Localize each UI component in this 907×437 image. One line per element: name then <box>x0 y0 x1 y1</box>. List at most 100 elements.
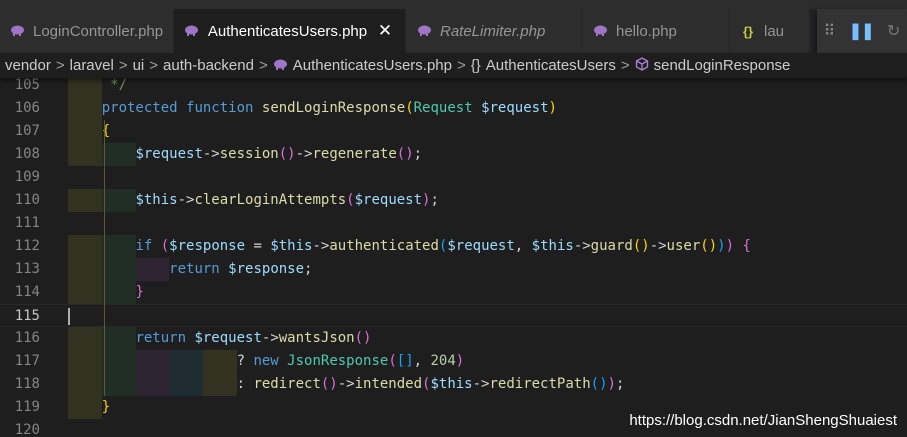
code-line[interactable]: 107 { <box>0 120 907 143</box>
code-token: ) <box>548 100 557 116</box>
code-token: session <box>219 146 279 162</box>
method-cube-icon <box>635 56 649 75</box>
line-number: 106 <box>14 100 40 116</box>
code-token: ; <box>304 261 313 277</box>
line-number: 120 <box>14 422 40 437</box>
breadcrumb: vendor > laravel > ui > auth-backend > A… <box>0 53 907 78</box>
code-line[interactable]: 108 $request->session()->regenerate(); <box>0 143 907 166</box>
code-token: $response <box>228 261 305 277</box>
code-token: ( <box>346 192 355 208</box>
code-editor[interactable]: 105 */106 protected function sendLoginRe… <box>0 78 907 437</box>
code-token: intended <box>354 376 423 392</box>
code-token: new <box>253 353 279 369</box>
breadcrumb-separator: > <box>620 57 630 74</box>
code-token: authenticated <box>329 238 439 254</box>
bracket-guide-line <box>103 120 105 396</box>
code-line[interactable]: 117 ? new JsonResponse([], 204) <box>0 350 907 373</box>
code-line[interactable]: 113 return $response; <box>0 258 907 281</box>
breadcrumb-item-method[interactable]: sendLoginResponse <box>654 57 791 74</box>
code-line[interactable]: 114 } <box>0 281 907 304</box>
tab-label: RateLimiter.php <box>440 22 546 40</box>
line-number: 116 <box>14 330 40 346</box>
code-token: $response <box>169 238 246 254</box>
php-elephant-icon <box>592 24 608 39</box>
breadcrumb-item-auth-backend[interactable]: auth-backend <box>163 57 254 74</box>
tab-label: AuthenticatesUsers.php <box>207 22 368 40</box>
code-token: -> <box>261 330 279 346</box>
php-elephant-icon <box>184 24 200 39</box>
close-icon[interactable]: ✕ <box>377 21 393 41</box>
code-line[interactable]: 109 <box>0 166 907 189</box>
line-number: 109 <box>14 169 40 185</box>
code-text: return $request->wantsJson() <box>68 327 371 350</box>
breadcrumb-item-vendor[interactable]: vendor <box>5 57 51 74</box>
code-token: -> <box>472 376 490 392</box>
code-token: ) <box>607 376 616 392</box>
tab-lau[interactable]: {} lau <box>730 9 810 53</box>
code-token: redirectPath <box>489 376 591 392</box>
restart-icon[interactable]: ↻ <box>887 21 900 41</box>
code-token: Request <box>413 100 473 116</box>
code-token: $this <box>531 238 574 254</box>
tab-logincontroller-php[interactable]: LoginController.php <box>0 9 174 53</box>
code-line[interactable]: 105 */ <box>0 78 907 97</box>
breadcrumb-separator: > <box>456 57 466 74</box>
code-token: () <box>590 376 608 392</box>
code-text: if ($response = $this->authenticated($re… <box>68 235 751 258</box>
line-number: 119 <box>14 399 40 415</box>
code-token: -> <box>202 146 220 162</box>
code-token: ; <box>413 146 423 162</box>
tab-authenticatesusers-php[interactable]: AuthenticatesUsers.php ✕ <box>174 9 406 53</box>
editor-tab-bar: LoginController.php AuthenticatesUsers.ph… <box>0 0 907 53</box>
code-token: , <box>413 353 431 369</box>
tab-label: LoginController.php <box>33 22 164 40</box>
tab-label: hello.php <box>616 22 677 40</box>
debug-toolbar: ⠿ ❚❚ ↻ <box>817 9 907 53</box>
code-text: : redirect()->intended($this->redirectPa… <box>68 373 625 396</box>
code-token: $request <box>481 100 549 116</box>
code-text: $this->clearLoginAttempts($request); <box>68 189 438 212</box>
php-elephant-icon <box>273 57 288 74</box>
code-text: $request->session()->regenerate(); <box>68 143 422 166</box>
code-token: { <box>742 238 751 254</box>
code-line[interactable]: 111 <box>0 212 907 235</box>
code-token: $this <box>135 192 178 208</box>
tab-hello-php[interactable]: hello.php <box>582 9 730 53</box>
pause-icon[interactable]: ❚❚ <box>849 21 875 41</box>
code-line[interactable]: 112 if ($response = $this->authenticated… <box>0 235 907 258</box>
code-line[interactable]: 116 return $request->wantsJson() <box>0 327 907 350</box>
code-token: , <box>514 238 532 254</box>
php-elephant-icon <box>416 24 432 39</box>
line-number: 108 <box>14 146 40 162</box>
breadcrumb-item-class[interactable]: AuthenticatesUsers <box>486 57 616 74</box>
drag-grip-icon[interactable]: ⠿ <box>824 21 836 41</box>
code-token: function <box>186 100 254 116</box>
code-token: [] <box>396 353 414 369</box>
code-line[interactable]: 106 protected function sendLoginResponse… <box>0 97 907 120</box>
namespace-braces-icon: {} <box>470 57 481 74</box>
breadcrumb-item-file[interactable]: AuthenticatesUsers.php <box>293 57 452 74</box>
code-line[interactable]: 118 : redirect()->intended($this->redire… <box>0 373 907 396</box>
code-token: clearLoginAttempts <box>194 192 347 208</box>
code-token: redirect <box>253 376 321 392</box>
code-line[interactable]: 110 $this->clearLoginAttempts($request); <box>0 189 907 212</box>
code-token: } <box>101 399 111 415</box>
breadcrumb-item-laravel[interactable]: laravel <box>70 57 114 74</box>
code-token: user <box>666 238 701 254</box>
code-token: () <box>320 376 338 392</box>
line-number: 115 <box>14 308 40 324</box>
breadcrumb-separator: > <box>149 57 159 74</box>
code-token: $request <box>354 192 423 208</box>
code-token: regenerate <box>312 146 397 162</box>
breadcrumb-item-ui[interactable]: ui <box>133 57 145 74</box>
code-line[interactable]: 115 <box>0 304 907 327</box>
tab-ratelimiter-php[interactable]: RateLimiter.php <box>406 9 582 53</box>
code-token: JsonResponse <box>287 353 389 369</box>
watermark: https://blog.csdn.net/JianShengShuaiest <box>629 412 897 429</box>
